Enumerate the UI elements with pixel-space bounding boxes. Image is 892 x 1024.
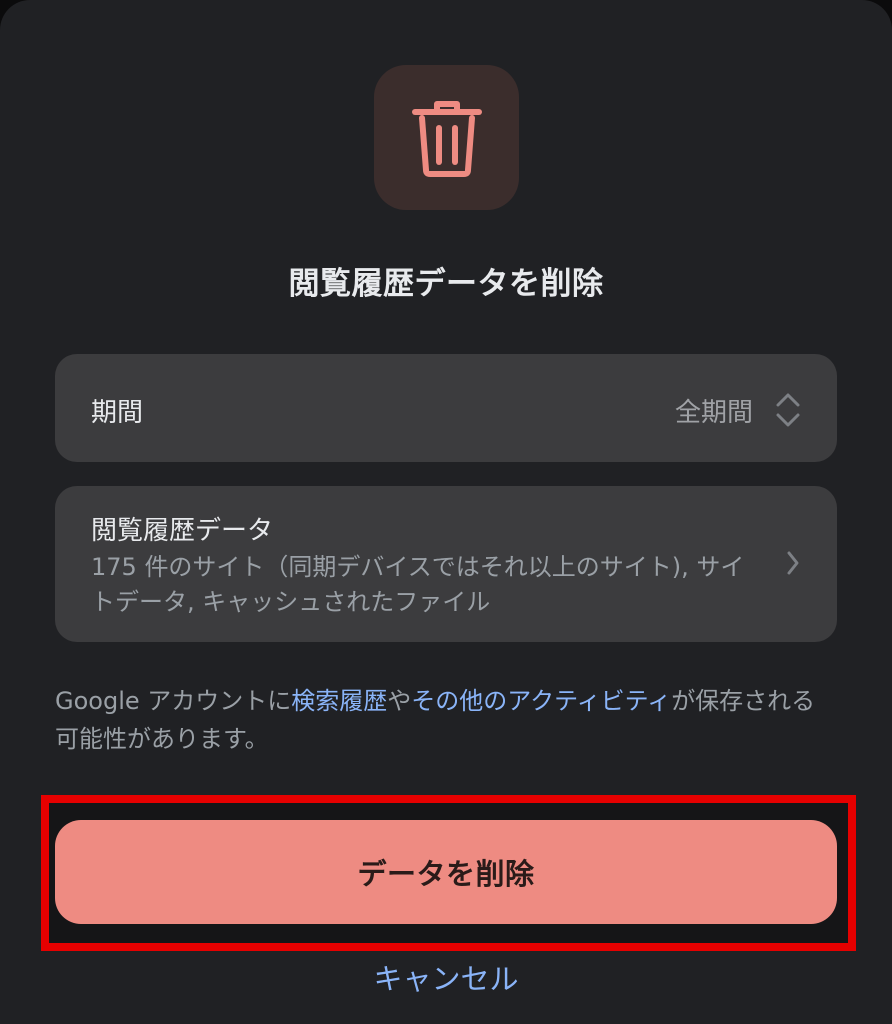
- dialog-title: 閲覧履歴データを削除: [288, 266, 604, 302]
- search-history-link[interactable]: 検索履歴: [291, 687, 387, 715]
- up-down-chevron-icon: [775, 390, 801, 434]
- other-activity-link[interactable]: その他のアクティビティ: [411, 687, 671, 715]
- chevron-right-icon: [785, 549, 801, 581]
- period-selector[interactable]: 期間 全期間: [55, 354, 837, 462]
- cancel-button[interactable]: キャンセル: [0, 956, 892, 998]
- account-activity-note: Google アカウントに検索履歴やその他のアクティビティが保存される可能性があ…: [55, 682, 835, 758]
- trash-icon: [374, 65, 519, 210]
- delete-data-button[interactable]: データを削除: [55, 820, 837, 924]
- note-text-2: や: [387, 687, 412, 715]
- browsing-data-row[interactable]: 閲覧履歴データ 175 件のサイト（同期デバイスではそれ以上のサイト), サイト…: [55, 486, 837, 642]
- browsing-data-description: 175 件のサイト（同期デバイスではそれ以上のサイト), サイトデータ, キャッ…: [91, 553, 745, 616]
- period-value: 全期間: [674, 398, 753, 428]
- period-label: 期間: [91, 398, 144, 428]
- note-text-1: Google アカウントに: [55, 687, 292, 715]
- delete-browsing-data-sheet: 閲覧履歴データを削除 期間 全期間 閲覧履歴データ 175 件のサイト（同期デバ…: [0, 0, 892, 1024]
- browsing-data-label: 閲覧履歴データ: [91, 516, 274, 546]
